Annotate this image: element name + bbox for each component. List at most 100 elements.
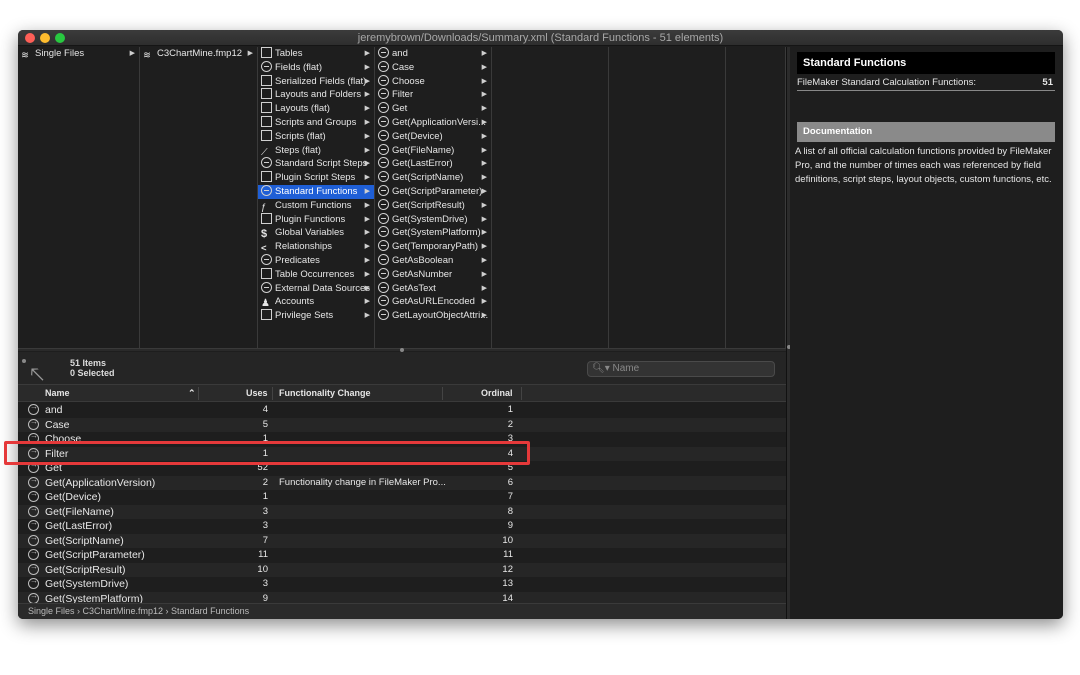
table-row[interactable]: and 4 1 — [18, 403, 786, 418]
browser-column-7[interactable] — [726, 47, 786, 348]
category-item[interactable]: ⟋ Steps (flat) ▶ — [258, 144, 374, 158]
category-item[interactable]: Predicates ▶ — [258, 253, 374, 268]
category-item[interactable]: Scripts (flat) ▶ — [258, 129, 374, 144]
highlight-box — [4, 441, 530, 465]
function-item[interactable]: Get(FileName) ▶ — [375, 143, 491, 158]
function-item[interactable]: Case ▶ — [375, 60, 491, 75]
function-item[interactable]: Get(ScriptParameter) ▶ — [375, 184, 491, 199]
table-row[interactable]: Get(Device) 1 7 — [18, 489, 786, 505]
cell-name: Get(LastError) — [45, 520, 113, 532]
search-input[interactable]: 🔍︎▾ Name — [587, 361, 775, 377]
function-item[interactable]: Get(LastError) ▶ — [375, 157, 491, 171]
category-item[interactable]: ƒ Custom Functions ▶ — [258, 199, 374, 213]
circle-arrow-icon — [378, 295, 389, 307]
stack-icon: ≋ — [21, 50, 29, 61]
circle-arrow-icon — [378, 115, 389, 127]
function-item[interactable]: GetAsText ▶ — [375, 281, 491, 296]
category-item[interactable]: Table Occurrences ▶ — [258, 267, 374, 282]
browser-column-2[interactable]: ≋ C3ChartMine.fmp12 ▶ — [140, 47, 258, 348]
cell-uses: 5 — [262, 418, 268, 430]
function-item[interactable]: Get(SystemDrive) ▶ — [375, 212, 491, 227]
disclosure-arrow-icon: ▶ — [364, 63, 370, 71]
function-item[interactable]: Get(SystemPlatform) ▶ — [375, 226, 491, 240]
circle-arrow-icon — [378, 60, 389, 72]
disclosure-arrow-icon: ▶ — [364, 91, 370, 99]
app-window: jeremybrown/Downloads/Summary.xml (Stand… — [18, 30, 1063, 619]
category-item[interactable]: Privilege Sets ▶ — [258, 309, 374, 323]
file-item[interactable]: ≋ C3ChartMine.fmp12 ▶ — [140, 47, 257, 61]
function-item[interactable]: Choose ▶ — [375, 74, 491, 89]
file-item-label: C3ChartMine.fmp12 — [157, 48, 243, 59]
table-row[interactable]: Get(SystemDrive) 3 13 — [18, 576, 786, 592]
table-row[interactable]: Get(ScriptName) 7 10 — [18, 533, 786, 548]
browser-column-4[interactable]: and ▶ Case ▶ Choose ▶ Filter ▶ Get ▶ Get(Applicati… — [375, 47, 492, 348]
column-header-ordinal[interactable]: Ordinal — [481, 388, 513, 398]
circle-arrow-icon — [378, 47, 389, 58]
category-item-label: Table Occurrences — [275, 268, 355, 280]
category-item-label: Predicates — [275, 254, 320, 266]
table-row[interactable]: Get(FileName) 3 8 — [18, 504, 786, 519]
disclosure-arrow-icon: ▶ — [481, 91, 487, 99]
function-item-label: Get(ScriptResult) — [392, 199, 465, 211]
function-item[interactable]: Filter ▶ — [375, 88, 491, 102]
table-row[interactable]: Get(LastError) 3 9 — [18, 518, 786, 534]
function-item[interactable]: Get(ApplicationVersi... ▶ — [375, 115, 491, 130]
browser-column-6[interactable] — [609, 47, 726, 348]
function-item[interactable]: GetAsURLEncoded ▶ — [375, 295, 491, 309]
function-item[interactable]: and ▶ — [375, 47, 491, 61]
documentation-header: Documentation — [797, 122, 1055, 142]
category-item-label: Layouts and Folders — [275, 89, 362, 101]
function-item-label: Get(SystemDrive) — [392, 213, 468, 225]
function-item[interactable]: Get(TemporaryPath) ▶ — [375, 240, 491, 254]
column-browser: ≋ Single Files ▶ ≋ C3ChartMine.fmp12 ▶ Table… — [18, 47, 786, 348]
category-item[interactable]: $ Global Variables ▶ — [258, 226, 374, 240]
disclosure-arrow-icon: ▶ — [481, 284, 487, 292]
function-item[interactable]: GetLayoutObjectAttri... ▶ — [375, 309, 491, 323]
category-item[interactable]: Plugin Functions ▶ — [258, 212, 374, 227]
disclosure-arrow-icon: ▶ — [364, 312, 370, 320]
function-item[interactable]: Get ▶ — [375, 102, 491, 116]
cell-ordinal: 7 — [507, 491, 513, 502]
function-item-label: Get(FileName) — [392, 144, 455, 156]
category-item[interactable]: Serialized Fields (flat) ▶ — [258, 74, 374, 89]
function-item[interactable]: Get(Device) ▶ — [375, 129, 491, 144]
browser-column-3[interactable]: Tables ▶ Fields (flat) ▶ Serialized Fields (… — [258, 47, 375, 348]
category-item[interactable]: Layouts and Folders ▶ — [258, 88, 374, 102]
category-item[interactable]: External Data Sources ▶ — [258, 281, 374, 296]
column-header-functionality[interactable]: Functionality Change — [279, 388, 371, 398]
horizontal-splitter[interactable] — [18, 348, 786, 352]
function-item[interactable]: GetAsNumber ▶ — [375, 267, 491, 282]
disclosure-arrow-icon: ▶ — [364, 215, 370, 223]
table-row[interactable]: Get(SystemPlatform) 9 14 — [18, 591, 786, 603]
sort-ascending-icon[interactable]: ⌃ — [188, 388, 196, 399]
table-row[interactable]: Get(ScriptParameter) 11 11 — [18, 547, 786, 563]
column-header-name[interactable]: Name — [45, 388, 70, 398]
table-row[interactable]: Case 5 2 — [18, 417, 786, 432]
category-item[interactable]: Scripts and Groups ▶ — [258, 115, 374, 130]
category-item[interactable]: Fields (flat) ▶ — [258, 60, 374, 75]
table-row[interactable]: Get(ScriptResult) 10 12 — [18, 562, 786, 577]
category-item[interactable]: Tables ▶ — [258, 47, 374, 61]
path-bar[interactable]: Single Files › C3ChartMine.fmp12 › Stand… — [18, 603, 786, 619]
category-item[interactable]: ♟ Accounts ▶ — [258, 295, 374, 309]
cell-name: Case — [45, 418, 70, 431]
disclosure-arrow-icon: ▶ — [247, 50, 253, 57]
cell-name: Get(ScriptName) — [45, 534, 124, 547]
function-icon: ƒ — [261, 201, 267, 213]
disclosure-arrow-icon: ▶ — [364, 298, 370, 306]
table-row[interactable]: Get(ApplicationVersion) 2 Functionality ch… — [18, 475, 786, 490]
function-item[interactable]: GetAsBoolean ▶ — [375, 253, 491, 268]
category-item[interactable]: Standard Script Steps ▶ — [258, 157, 374, 171]
disclosure-arrow-icon: ▶ — [364, 201, 370, 209]
source-item[interactable]: ≋ Single Files ▶ — [18, 47, 139, 61]
column-header-uses[interactable]: Uses — [246, 388, 268, 398]
disclosure-arrow-icon: ▶ — [364, 174, 370, 182]
function-item[interactable]: Get(ScriptName) ▶ — [375, 171, 491, 185]
category-item[interactable]: Plugin Script Steps ▶ — [258, 171, 374, 185]
category-item[interactable]: < Relationships ▶ — [258, 240, 374, 254]
function-item[interactable]: Get(ScriptResult) ▶ — [375, 198, 491, 213]
category-item[interactable]: Standard Functions ▶ — [258, 184, 374, 199]
browser-column-5[interactable] — [492, 47, 609, 348]
browser-column-1[interactable]: ≋ Single Files ▶ — [18, 47, 140, 348]
category-item[interactable]: Layouts (flat) ▶ — [258, 102, 374, 116]
